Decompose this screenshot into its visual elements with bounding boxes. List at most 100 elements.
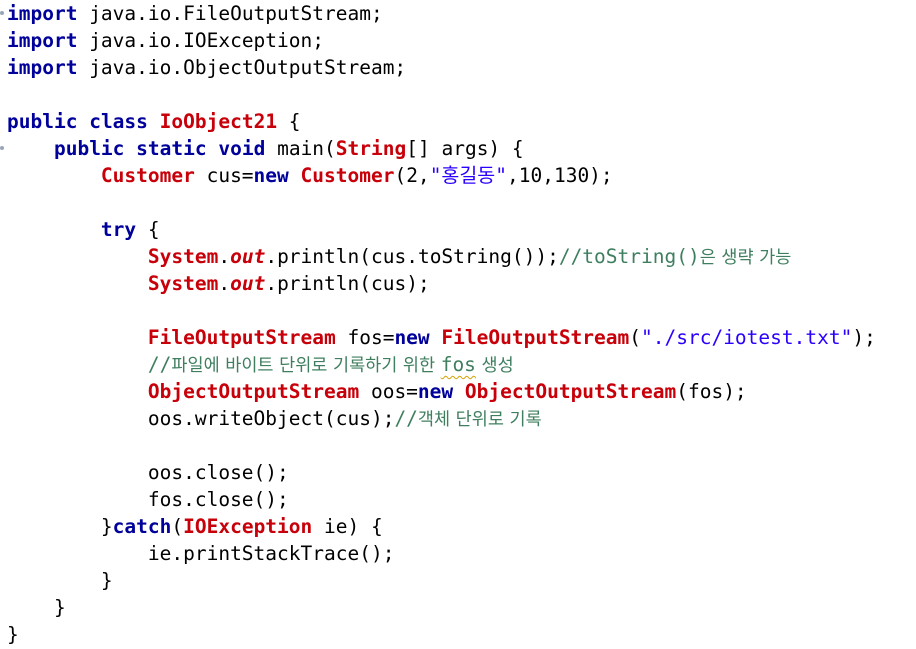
- code-text: ,10,130);: [507, 164, 613, 187]
- code-text: );: [852, 326, 876, 349]
- code-line-23: }: [7, 594, 66, 621]
- code-line-5: public class IoObject21 {: [7, 108, 301, 135]
- code-text: {: [277, 110, 301, 133]
- keyword: public: [53, 137, 125, 160]
- keyword: public: [7, 110, 78, 133]
- type-name: FileOutputStream: [441, 326, 630, 349]
- keyword: try: [100, 218, 137, 241]
- code-text: oos.close();: [147, 461, 289, 484]
- code-line-22: }: [7, 567, 113, 594]
- code-text: fos=: [335, 326, 395, 349]
- code-line-10: System.out.println(cus.toString());//toS…: [7, 243, 791, 270]
- code-text: ie) {: [312, 515, 383, 538]
- code-text: (: [629, 326, 642, 349]
- fold-marker-icon[interactable]: [0, 146, 4, 150]
- code-line-14: //파일에 바이트 단위로 기록하기 위한 fos 생성: [7, 351, 514, 378]
- code-text: (: [171, 515, 184, 538]
- code-text: [] args) {: [406, 137, 524, 160]
- keyword: import: [7, 29, 78, 52]
- type-name: Customer: [300, 164, 395, 187]
- code-line-19: fos.close();: [7, 486, 289, 513]
- code-line-15: ObjectOutputStream oos=new ObjectOutputS…: [7, 378, 747, 405]
- code-text: oos=: [359, 380, 418, 403]
- class-name: IoObject21: [159, 110, 278, 133]
- code-text: ie.printStackTrace();: [147, 542, 395, 565]
- type-name: ObjectOutputStream: [147, 380, 360, 403]
- comment: 생성: [475, 356, 514, 376]
- keyword: new: [417, 380, 454, 403]
- keyword: class: [89, 110, 148, 133]
- keyword: import: [7, 2, 78, 25]
- keyword: new: [394, 326, 430, 349]
- keyword: import: [7, 56, 78, 79]
- code-line-24: }: [7, 621, 19, 648]
- code-line-13: FileOutputStream fos=new FileOutputStrea…: [7, 324, 876, 351]
- code-text: oos.writeObject(cus);: [147, 407, 395, 430]
- comment: 파일에 바이트 단위로 기록하기 위한: [171, 356, 441, 376]
- code-line-2: import java.io.IOException;: [7, 27, 324, 54]
- type-name: System: [147, 272, 219, 295]
- type-name: ObjectOutputStream: [464, 380, 677, 403]
- code-line-6: public static void main(String[] args) {: [7, 135, 524, 162]
- keyword: void: [218, 137, 266, 160]
- type-name: String: [335, 137, 407, 160]
- static-field: out: [230, 272, 266, 295]
- code-text: }: [53, 596, 66, 619]
- string-literal: "홍길동": [429, 164, 507, 187]
- code-text: java.io.ObjectOutputStream;: [77, 56, 407, 79]
- fold-marker-icon[interactable]: [0, 11, 4, 15]
- comment-spell-warning: fos: [440, 353, 476, 376]
- type-name: Customer: [100, 164, 195, 187]
- code-text: }: [7, 623, 19, 646]
- type-name: System: [147, 245, 219, 268]
- code-line-21: ie.printStackTrace();: [7, 540, 395, 567]
- string-literal: "./src/iotest.txt": [641, 326, 853, 349]
- type-name: FileOutputStream: [147, 326, 336, 349]
- code-text: .println(cus);: [265, 272, 430, 295]
- comment: //: [147, 353, 172, 376]
- code-text: main(: [265, 137, 336, 160]
- static-field: out: [230, 245, 266, 268]
- comment: 객체 단위로 기록: [417, 410, 542, 430]
- code-editor[interactable]: import java.io.FileOutputStream; import …: [0, 0, 916, 649]
- code-text: .: [218, 272, 231, 295]
- code-text: java.io.FileOutputStream;: [77, 2, 383, 25]
- code-line-18: oos.close();: [7, 459, 289, 486]
- code-text: }: [100, 569, 113, 592]
- code-text: }: [100, 515, 113, 538]
- keyword: static: [136, 137, 207, 160]
- code-text: .: [218, 245, 231, 268]
- type-name: IOException: [183, 515, 313, 538]
- code-line-9: try {: [7, 216, 160, 243]
- code-line-1: import java.io.FileOutputStream;: [7, 0, 383, 27]
- keyword: catch: [112, 515, 172, 538]
- comment: //toString(): [558, 245, 700, 268]
- code-line-11: System.out.println(cus);: [7, 270, 430, 297]
- code-text: (2,: [394, 164, 430, 187]
- code-text: cus=: [194, 164, 254, 187]
- comment: 은 생략 가능: [699, 248, 792, 268]
- code-text: {: [136, 218, 160, 241]
- comment: //: [394, 407, 418, 430]
- code-text: java.io.IOException;: [77, 29, 324, 52]
- code-line-7: Customer cus=new Customer(2,"홍길동",10,130…: [7, 162, 613, 189]
- code-line-3: import java.io.ObjectOutputStream;: [7, 54, 406, 81]
- code-line-16: oos.writeObject(cus);//객체 단위로 기록: [7, 405, 542, 432]
- code-line-20: }catch(IOException ie) {: [7, 513, 383, 540]
- keyword: new: [253, 164, 289, 187]
- code-text: fos.close();: [147, 488, 289, 511]
